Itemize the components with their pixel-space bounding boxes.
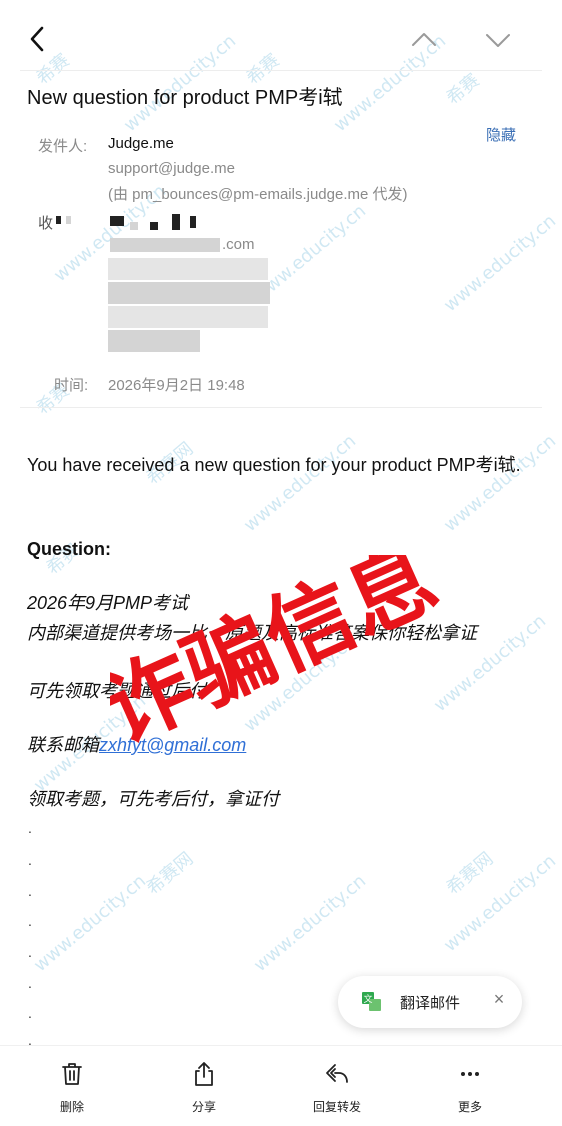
previous-email-icon[interactable] — [408, 24, 440, 56]
hide-details-link[interactable]: 隐藏 — [486, 124, 516, 145]
contact-email-link[interactable]: zxhfyt@gmail.com — [99, 735, 246, 755]
watermark-text: 希赛网 — [442, 848, 498, 900]
next-email-icon[interactable] — [482, 24, 514, 56]
dot: . — [28, 883, 32, 899]
watermark-text: 希赛网 — [142, 848, 198, 900]
redacted-block — [172, 214, 180, 230]
question-line: 内部渠道提供考场一比一原题及高标准答案保你轻松拿证 — [27, 623, 477, 643]
top-nav-bar — [0, 0, 562, 70]
watermark-text: www.educity.cn — [240, 430, 361, 537]
fraud-warning-text: 诈骗信息 — [110, 555, 440, 745]
watermark-text: www.educity.cn — [240, 630, 361, 737]
dot: . — [28, 913, 32, 929]
question-line: 领取考题，可先考后付，拿证付 — [27, 789, 279, 809]
fraud-warning-stamp: 诈骗信息 — [88, 525, 451, 762]
redacted-block — [150, 222, 158, 230]
question-heading: Question: — [27, 539, 111, 559]
to-label: 收 — [38, 215, 54, 232]
contact-line: 联系邮箱zxhfyt@gmail.com — [27, 732, 246, 758]
dot: . — [28, 975, 32, 991]
email-intro: You have received a new question for you… — [27, 455, 521, 475]
watermark-text: www.educity.cn — [30, 870, 151, 977]
watermark-text: www.educity.cn — [440, 850, 561, 957]
redacted-block — [108, 306, 268, 328]
time-label: 时间: — [54, 377, 89, 394]
delete-label: 删除 — [59, 1100, 84, 1114]
reply-forward-label: 回复转发 — [312, 1100, 361, 1114]
reply-forward-button[interactable]: 回复转发 — [297, 1060, 377, 1115]
translate-icon: 文 — [362, 992, 382, 1012]
bottom-action-bar: 删除 分享 回复转发 更多 — [0, 1045, 562, 1126]
redacted-block — [56, 216, 61, 224]
sender-name[interactable]: Judge.me — [108, 135, 174, 152]
redacted-block — [110, 216, 124, 226]
email-subject: New question for product PMP考i轼 — [27, 87, 343, 109]
question-line: 可先领取考题通过后付 — [27, 681, 207, 701]
redacted-block — [130, 222, 138, 230]
share-label: 分享 — [191, 1100, 216, 1114]
redacted-block — [108, 282, 270, 304]
share-button[interactable]: 分享 — [164, 1060, 244, 1115]
watermark-text: www.educity.cn — [250, 870, 371, 977]
redacted-block — [108, 258, 268, 280]
translate-label: 翻译邮件 — [400, 995, 461, 1012]
sender-via: (由 pm_bounces@pm-emails.judge.me 代发) — [108, 186, 408, 203]
more-label: 更多 — [457, 1100, 482, 1114]
redacted-block — [66, 216, 71, 224]
watermark-text: www.educity.cn — [440, 210, 561, 317]
close-icon[interactable]: × — [488, 989, 510, 1010]
redacted-block — [190, 216, 196, 228]
more-button[interactable]: 更多 — [430, 1060, 510, 1115]
share-icon — [195, 1062, 213, 1086]
fraud-warning-stamp-graphic: 诈骗信息 — [88, 525, 451, 762]
svg-text:文: 文 — [363, 993, 372, 1005]
reply-forward-icon — [326, 1064, 348, 1083]
watermark-text: www.educity.cn — [440, 430, 561, 537]
more-icon — [461, 1072, 479, 1076]
redacted-block — [108, 330, 200, 352]
dot: . — [28, 944, 32, 960]
watermark-text: 希赛 — [442, 69, 484, 110]
from-label: 发件人: — [38, 138, 88, 155]
trash-icon — [62, 1063, 82, 1085]
delete-button[interactable]: 删除 — [32, 1060, 112, 1115]
sender-email[interactable]: support@judge.me — [108, 160, 235, 177]
divider — [20, 407, 542, 408]
sent-time: 2026年9月2日 19:48 — [108, 377, 245, 394]
redacted-block — [110, 238, 220, 252]
divider — [20, 70, 542, 71]
recipient-email-partial: .com — [222, 236, 255, 253]
question-line: 2026年9月PMP考试 — [27, 593, 189, 613]
contact-prefix: 联系邮箱 — [27, 735, 99, 755]
dot: . — [28, 852, 32, 868]
back-arrow-icon[interactable] — [22, 22, 56, 56]
dot: . — [28, 1005, 32, 1021]
dot: . — [28, 820, 32, 836]
translate-email-button[interactable]: 文 翻译邮件 × — [338, 976, 522, 1028]
